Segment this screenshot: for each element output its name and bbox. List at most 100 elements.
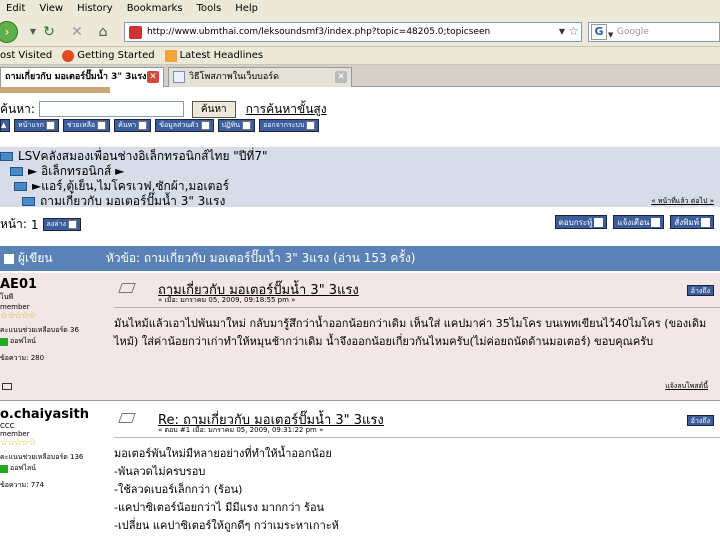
calendar-button[interactable]: ปฏิทิน [217,118,256,132]
search-button[interactable]: ค้นหา [114,118,152,132]
breadcrumb-topic[interactable]: ถามเกี่ยวกับ มอเตอร์ปั๊มน้ำ 3" 3แรง [22,192,225,211]
forum-search-input[interactable] [38,101,184,117]
collapse-icon[interactable]: ▲ [0,118,10,132]
magnifier-icon [138,120,148,130]
stop-icon[interactable]: ✕ [68,23,86,41]
forum-menu: ▲ หน้าแรก ช่วยเหลือ ค้นหา ข้อมูลส่วนตัว … [0,118,320,132]
pagination: หน้า: 1 ลงล่าง [0,215,81,234]
menu-edit[interactable]: Edit [6,3,25,14]
prev-next-links[interactable]: « หน้าที่แล้ว ต่อไป » [651,196,714,207]
post-count: ข้อความ: 774 [0,481,45,489]
print-icon [701,217,710,227]
post-line: มอเตอร์พันใหม่มีหลายอย่างที่ทำให้น้ำออกน… [114,447,332,460]
post-icon [118,413,136,423]
search-label: ค้นหา: [0,101,35,116]
rank-stars: ☆☆☆☆☆ [0,311,36,321]
notify-icon [651,217,661,227]
post-body: ถามเกี่ยวกับ มอเตอร์ปั๊มน้ำ 3" 3แรง « เม… [114,273,720,400]
quote-button[interactable]: อ้างถึง [686,285,714,296]
topic-header: ผู้เขียน หัวข้อ: ถามเกี่ยวกับ มอเตอร์ปั๊… [0,246,720,271]
online-status: ออฟไลน์ [0,336,110,347]
author-name[interactable]: AE01 [0,277,110,292]
close-tab-icon[interactable]: ✕ [147,71,159,83]
tab-active[interactable]: ถามเกี่ยวกับ มอเตอร์ปั๊มน้ำ 3" 3แรง ✕ [0,67,164,87]
tab-label: วิธีโพสภาพในเว็บบอร์ด [189,72,279,82]
report-link[interactable]: แจ้งลบโพสต์นี้ [665,381,708,392]
home-button[interactable]: หน้าแรก [14,118,59,132]
author-name[interactable]: o.chaiyasith [0,407,110,422]
calendar-icon [242,120,252,130]
menu-bookmarks[interactable]: Bookmarks [127,3,183,14]
profile-icon [200,120,210,130]
navigation-toolbar: › ▼ ↻ ✕ ⌂ http://www.ubmthai.com/leksoun… [0,17,720,47]
menu-help[interactable]: Help [235,3,258,14]
search-engine-dropdown-icon[interactable]: ▼ [608,26,613,44]
profile-button[interactable]: ข้อมูลส่วนตัว [155,118,214,132]
help-icon [97,120,107,130]
search-box[interactable]: G ▼ Google [588,22,720,42]
online-status: ออฟไลน์ [0,463,110,474]
post-count: ข้อความ: 280 [0,354,45,362]
offline-icon [0,464,8,473]
reply-icon [594,217,604,227]
address-bar[interactable]: http://www.ubmthai.com/leksoundsmf3/inde… [124,22,582,42]
go-down-button[interactable]: ลงล่าง [42,218,81,231]
menu-history[interactable]: History [77,3,113,14]
post-line: -ใช้ลวดเบอร์เล็กกว่า (ร้อน) [114,483,243,496]
url-text: http://www.ubmthai.com/leksoundsmf3/inde… [147,27,491,37]
print-button[interactable]: สั่งพิมพ์ [670,215,714,229]
bookmark-getting-started[interactable]: Getting Started [62,49,155,62]
rss-icon [164,49,177,62]
bookmarks-toolbar: ost Visited Getting Started Latest Headl… [0,47,720,65]
folder-icon [14,182,27,191]
quote-button[interactable]: อ้างถึง [686,415,714,426]
forum-search: ค้นหา: ค้นหา การค้นหาขั้นสูง [0,99,327,119]
post-date: « ตอบ #1 เมื่อ: มกราคม 05, 2009, 09:31:2… [158,426,324,434]
post: AE01 โนพี member ☆☆☆☆☆ คะแนนช่วยเหลือบอร… [0,273,720,401]
post-line: -เปลี่ยน แคปาซิเตอร์ให้ถูกดีๆ กว่าเมระหา… [114,519,339,532]
search-placeholder: Google [617,27,649,37]
google-icon[interactable]: G [591,24,607,40]
topic-title-header: หัวข้อ: ถามเกี่ยวกับ มอเตอร์ปั๊มน้ำ 3" 3… [106,251,416,265]
topic-actions: ตอบกระทู้ แจ้งเตือน สั่งพิมพ์ [554,215,714,229]
post-author-info: o.chaiyasith CCC member ☆☆☆☆☆ คะแนนช่วยเ… [0,403,110,540]
forum-page: ค้นหา: ค้นหา การค้นหาขั้นสูง ▲ หน้าแรก ช… [0,87,720,540]
bookmark-label: Latest Headlines [179,50,264,61]
reload-icon[interactable]: ↻ [40,23,58,41]
bookmark-label: Getting Started [77,50,155,61]
arrow-down-icon [67,220,77,229]
tab-inactive[interactable]: วิธีโพสภาพในเว็บบอร์ด ✕ [168,67,352,87]
breadcrumb: LSVคลังสมองเพื่อนช่างอิเล็กทรอนิกส์ไทย "… [0,147,720,208]
forum-search-button[interactable]: ค้นหา [191,100,236,118]
bookmark-most-visited[interactable]: ost Visited [0,50,52,61]
post-text: มอเตอร์พันใหม่มีหลายอย่างที่ทำให้น้ำออกน… [114,445,712,535]
author-rank: CCC [0,422,15,430]
url-dropdown-icon[interactable]: ▼ [559,27,565,36]
menu-tools[interactable]: Tools [197,3,222,14]
email-icon[interactable] [2,383,12,390]
notify-button[interactable]: แจ้งเตือน [613,215,665,229]
help-button[interactable]: ช่วยเหลือ [62,118,111,132]
tab-label: ถามเกี่ยวกับ มอเตอร์ปั๊มน้ำ 3" 3แรง [5,72,147,82]
logout-button[interactable]: ออกจากระบบ [259,118,320,132]
bookmark-star-icon[interactable]: ☆ [568,24,579,38]
reply-button[interactable]: ตอบกระทู้ [554,215,608,229]
help-points: คะแนนช่วยเหลือบอร์ด 36 [0,326,79,334]
logout-icon [306,120,316,130]
page-number[interactable]: 1 [31,218,39,232]
post-body: Re: ถามเกี่ยวกับ มอเตอร์ปั๊มน้ำ 3" 3แรง … [114,403,720,540]
home-icon[interactable]: ⌂ [94,23,112,41]
post-line: -พันลวดไม่ครบรอบ [114,465,206,478]
tab-bar: ถามเกี่ยวกับ มอเตอร์ปั๊มน้ำ 3" 3แรง ✕ วิ… [0,65,720,87]
folder-icon [22,197,35,206]
divider [114,437,720,438]
bookmark-latest-headlines[interactable]: Latest Headlines [164,49,264,62]
page-icon [173,71,185,83]
advanced-search-link[interactable]: การค้นหาขั้นสูง [246,100,327,119]
rank-stars: ☆☆☆☆☆ [0,438,36,448]
post-author-info: AE01 โนพี member ☆☆☆☆☆ คะแนนช่วยเหลือบอร… [0,273,110,400]
close-tab-icon[interactable]: ✕ [335,71,347,83]
menu-view[interactable]: View [39,3,63,14]
forward-button[interactable]: › [0,21,18,43]
header-banner [0,87,110,93]
